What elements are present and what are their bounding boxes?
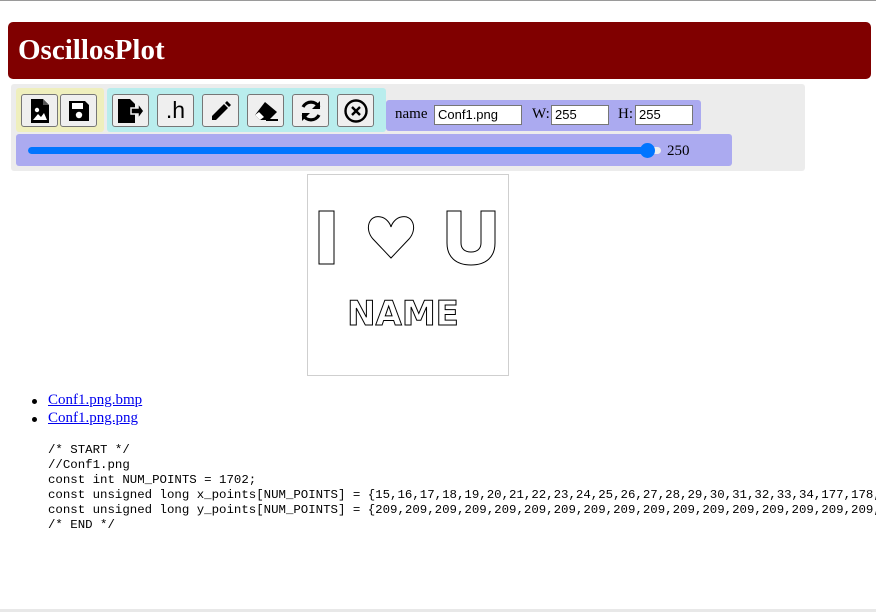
outline-drawing: NAME <box>318 210 496 335</box>
file-list: Conf1.png.bmp Conf1.png.png <box>31 392 142 428</box>
drawing-canvas[interactable]: NAME <box>307 174 509 376</box>
refresh-button[interactable] <box>292 94 329 127</box>
save-button[interactable] <box>60 94 97 127</box>
open-image-icon <box>29 98 51 124</box>
png-file-link[interactable]: Conf1.png.png <box>48 410 138 426</box>
list-item: Conf1.png.bmp <box>31 392 142 410</box>
top-border <box>0 0 876 1</box>
save-icon <box>67 99 91 123</box>
bmp-file-link[interactable]: Conf1.png.bmp <box>48 392 142 408</box>
height-input[interactable]: 255 <box>635 105 693 125</box>
pencil-icon <box>209 99 233 123</box>
code-line: const int NUM_POINTS = 1702; <box>48 473 257 487</box>
code-line: /* END */ <box>48 518 115 532</box>
code-output: /* START *///Conf1.png const int NUM_POIN… <box>48 443 876 533</box>
code-line: const unsigned long y_points[NUM_POINTS]… <box>48 503 876 517</box>
app-title: OscillosPlot <box>18 34 165 66</box>
name-input[interactable]: Conf1.png <box>434 105 522 125</box>
header-file-icon: .h <box>165 97 186 123</box>
eraser-button[interactable] <box>247 94 284 127</box>
code-line: /* START */ <box>48 443 130 457</box>
export-button[interactable] <box>112 94 149 127</box>
width-label: W: <box>532 106 550 122</box>
code-line: const unsigned long x_points[NUM_POINTS]… <box>48 488 876 502</box>
eraser-icon <box>253 100 279 122</box>
clear-button[interactable] <box>337 94 374 127</box>
threshold-slider[interactable] <box>28 143 661 158</box>
refresh-icon <box>298 98 324 124</box>
pencil-button[interactable] <box>202 94 239 127</box>
export-icon <box>117 98 145 124</box>
width-input[interactable]: 255 <box>551 105 609 125</box>
slider-fill <box>28 147 649 154</box>
close-circle-icon <box>343 98 369 124</box>
code-line: //Conf1.png <box>48 458 130 472</box>
slider-value: 250 <box>667 143 690 159</box>
height-label: H: <box>618 106 633 122</box>
name-text: NAME <box>347 294 459 334</box>
toolbar: .h name Conf1.png W: 255 H: 255 250 <box>11 84 805 171</box>
header-file-button[interactable]: .h <box>157 94 194 127</box>
open-image-button[interactable] <box>21 94 58 127</box>
list-item: Conf1.png.png <box>31 410 142 428</box>
name-label: name <box>395 106 428 122</box>
app-header: OscillosPlot <box>8 22 871 79</box>
